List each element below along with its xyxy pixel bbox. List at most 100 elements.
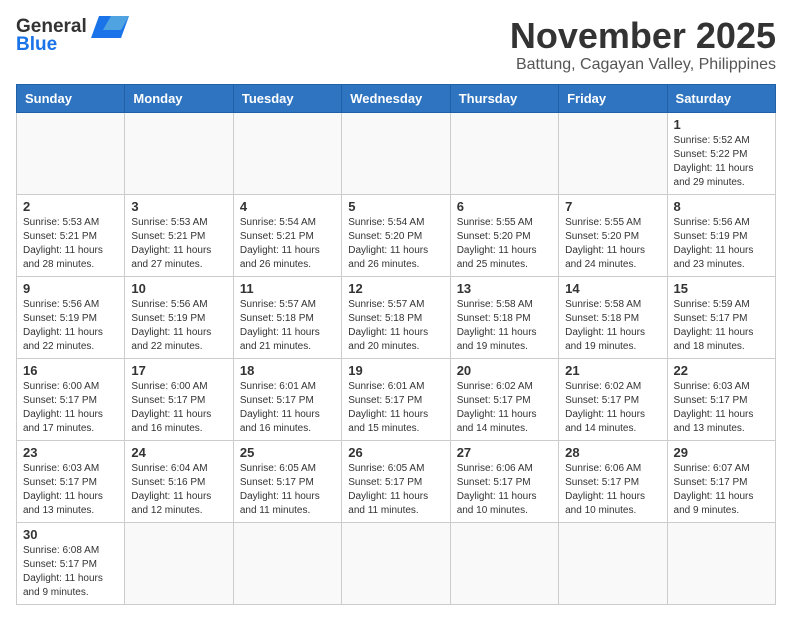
day-content: Sunrise: 5:55 AM Sunset: 5:20 PM Dayligh…: [457, 216, 552, 272]
day-number: 13: [457, 281, 552, 296]
calendar-cell: 4 Sunrise: 5:54 AM Sunset: 5:21 PM Daylig…: [233, 194, 341, 276]
day-content: Sunrise: 5:55 AM Sunset: 5:20 PM Dayligh…: [565, 216, 660, 272]
calendar-header-row: SundayMondayTuesdayWednesdayThursdayFrid…: [17, 84, 776, 112]
day-content: Sunrise: 5:54 AM Sunset: 5:20 PM Dayligh…: [348, 216, 443, 272]
day-content: Sunrise: 5:57 AM Sunset: 5:18 PM Dayligh…: [348, 298, 443, 354]
day-content: Sunrise: 6:04 AM Sunset: 5:16 PM Dayligh…: [131, 462, 226, 518]
day-number: 23: [23, 445, 118, 460]
calendar-cell: 21 Sunrise: 6:02 AM Sunset: 5:17 PM Dayli…: [559, 358, 667, 440]
day-header-monday: Monday: [125, 84, 233, 112]
day-number: 26: [348, 445, 443, 460]
day-content: Sunrise: 5:53 AM Sunset: 5:21 PM Dayligh…: [131, 216, 226, 272]
location-title: Battung, Cagayan Valley, Philippines: [510, 56, 776, 74]
day-header-saturday: Saturday: [667, 84, 775, 112]
calendar-week-2: 9 Sunrise: 5:56 AM Sunset: 5:19 PM Daylig…: [17, 276, 776, 358]
day-number: 3: [131, 199, 226, 214]
day-content: Sunrise: 5:57 AM Sunset: 5:18 PM Dayligh…: [240, 298, 335, 354]
logo: General Blue: [16, 16, 129, 56]
calendar-cell: 18 Sunrise: 6:01 AM Sunset: 5:17 PM Dayli…: [233, 358, 341, 440]
day-number: 22: [674, 363, 769, 378]
calendar-cell: 16Sunrise: 6:00 AM Sunset: 5:17 PM Dayli…: [17, 358, 125, 440]
calendar-cell: [233, 522, 341, 604]
calendar-week-1: 2 Sunrise: 5:53 AM Sunset: 5:21 PM Daylig…: [17, 194, 776, 276]
month-title: November 2025: [510, 16, 776, 56]
day-content: Sunrise: 6:01 AM Sunset: 5:17 PM Dayligh…: [240, 380, 335, 436]
calendar-cell: [342, 522, 450, 604]
calendar-cell: 26 Sunrise: 6:05 AM Sunset: 5:17 PM Dayli…: [342, 440, 450, 522]
day-content: Sunrise: 5:54 AM Sunset: 5:21 PM Dayligh…: [240, 216, 335, 272]
calendar-week-4: 23Sunrise: 6:03 AM Sunset: 5:17 PM Dayli…: [17, 440, 776, 522]
day-header-wednesday: Wednesday: [342, 84, 450, 112]
calendar-cell: [342, 112, 450, 194]
day-number: 11: [240, 281, 335, 296]
calendar-cell: [667, 522, 775, 604]
day-content: Sunrise: 5:59 AM Sunset: 5:17 PM Dayligh…: [674, 298, 769, 354]
calendar-cell: 29Sunrise: 6:07 AM Sunset: 5:17 PM Dayli…: [667, 440, 775, 522]
calendar-cell: 14Sunrise: 5:58 AM Sunset: 5:18 PM Dayli…: [559, 276, 667, 358]
calendar-cell: [233, 112, 341, 194]
day-content: Sunrise: 6:00 AM Sunset: 5:17 PM Dayligh…: [131, 380, 226, 436]
day-number: 10: [131, 281, 226, 296]
day-content: Sunrise: 6:06 AM Sunset: 5:17 PM Dayligh…: [457, 462, 552, 518]
day-number: 28: [565, 445, 660, 460]
day-content: Sunrise: 6:05 AM Sunset: 5:17 PM Dayligh…: [348, 462, 443, 518]
calendar-cell: [559, 112, 667, 194]
day-header-sunday: Sunday: [17, 84, 125, 112]
day-content: Sunrise: 6:03 AM Sunset: 5:17 PM Dayligh…: [674, 380, 769, 436]
day-content: Sunrise: 6:02 AM Sunset: 5:17 PM Dayligh…: [565, 380, 660, 436]
day-content: Sunrise: 5:52 AM Sunset: 5:22 PM Dayligh…: [674, 134, 769, 190]
day-number: 1: [674, 117, 769, 132]
calendar-cell: 17 Sunrise: 6:00 AM Sunset: 5:17 PM Dayli…: [125, 358, 233, 440]
day-number: 21: [565, 363, 660, 378]
day-header-thursday: Thursday: [450, 84, 558, 112]
calendar-table: SundayMondayTuesdayWednesdayThursdayFrid…: [16, 84, 776, 605]
calendar-cell: [17, 112, 125, 194]
calendar-cell: 28 Sunrise: 6:06 AM Sunset: 5:17 PM Dayli…: [559, 440, 667, 522]
calendar-cell: 15 Sunrise: 5:59 AM Sunset: 5:17 PM Dayli…: [667, 276, 775, 358]
day-content: Sunrise: 5:56 AM Sunset: 5:19 PM Dayligh…: [674, 216, 769, 272]
calendar-cell: [450, 522, 558, 604]
day-number: 2: [23, 199, 118, 214]
title-area: November 2025 Battung, Cagayan Valley, P…: [510, 16, 776, 74]
calendar-cell: 19Sunrise: 6:01 AM Sunset: 5:17 PM Dayli…: [342, 358, 450, 440]
day-number: 29: [674, 445, 769, 460]
day-number: 5: [348, 199, 443, 214]
day-number: 9: [23, 281, 118, 296]
header: General Blue November 2025 Battung, Caga…: [16, 16, 776, 74]
day-number: 17: [131, 363, 226, 378]
calendar-cell: 8 Sunrise: 5:56 AM Sunset: 5:19 PM Daylig…: [667, 194, 775, 276]
day-number: 4: [240, 199, 335, 214]
day-number: 24: [131, 445, 226, 460]
calendar-cell: 23Sunrise: 6:03 AM Sunset: 5:17 PM Dayli…: [17, 440, 125, 522]
day-content: Sunrise: 6:06 AM Sunset: 5:17 PM Dayligh…: [565, 462, 660, 518]
calendar-cell: 12 Sunrise: 5:57 AM Sunset: 5:18 PM Dayli…: [342, 276, 450, 358]
calendar-week-0: 1 Sunrise: 5:52 AM Sunset: 5:22 PM Daylig…: [17, 112, 776, 194]
calendar-cell: 30Sunrise: 6:08 AM Sunset: 5:17 PM Dayli…: [17, 522, 125, 604]
day-number: 15: [674, 281, 769, 296]
calendar-cell: [125, 112, 233, 194]
day-number: 19: [348, 363, 443, 378]
day-number: 8: [674, 199, 769, 214]
day-content: Sunrise: 6:05 AM Sunset: 5:17 PM Dayligh…: [240, 462, 335, 518]
calendar-cell: 11 Sunrise: 5:57 AM Sunset: 5:18 PM Dayli…: [233, 276, 341, 358]
calendar-cell: 24 Sunrise: 6:04 AM Sunset: 5:16 PM Dayli…: [125, 440, 233, 522]
day-number: 16: [23, 363, 118, 378]
day-number: 27: [457, 445, 552, 460]
calendar-cell: 6Sunrise: 5:55 AM Sunset: 5:20 PM Daylig…: [450, 194, 558, 276]
calendar-cell: 2 Sunrise: 5:53 AM Sunset: 5:21 PM Daylig…: [17, 194, 125, 276]
day-number: 12: [348, 281, 443, 296]
day-content: Sunrise: 5:56 AM Sunset: 5:19 PM Dayligh…: [23, 298, 118, 354]
day-content: Sunrise: 5:58 AM Sunset: 5:18 PM Dayligh…: [457, 298, 552, 354]
day-number: 7: [565, 199, 660, 214]
day-header-tuesday: Tuesday: [233, 84, 341, 112]
calendar-cell: 20Sunrise: 6:02 AM Sunset: 5:17 PM Dayli…: [450, 358, 558, 440]
calendar-cell: [125, 522, 233, 604]
day-content: Sunrise: 5:53 AM Sunset: 5:21 PM Dayligh…: [23, 216, 118, 272]
calendar-cell: 3 Sunrise: 5:53 AM Sunset: 5:21 PM Daylig…: [125, 194, 233, 276]
logo-blue-icon: [91, 16, 129, 38]
day-header-friday: Friday: [559, 84, 667, 112]
logo-blue-text: Blue: [16, 34, 57, 56]
day-number: 18: [240, 363, 335, 378]
calendar-cell: 1 Sunrise: 5:52 AM Sunset: 5:22 PM Daylig…: [667, 112, 775, 194]
calendar-cell: 7 Sunrise: 5:55 AM Sunset: 5:20 PM Daylig…: [559, 194, 667, 276]
